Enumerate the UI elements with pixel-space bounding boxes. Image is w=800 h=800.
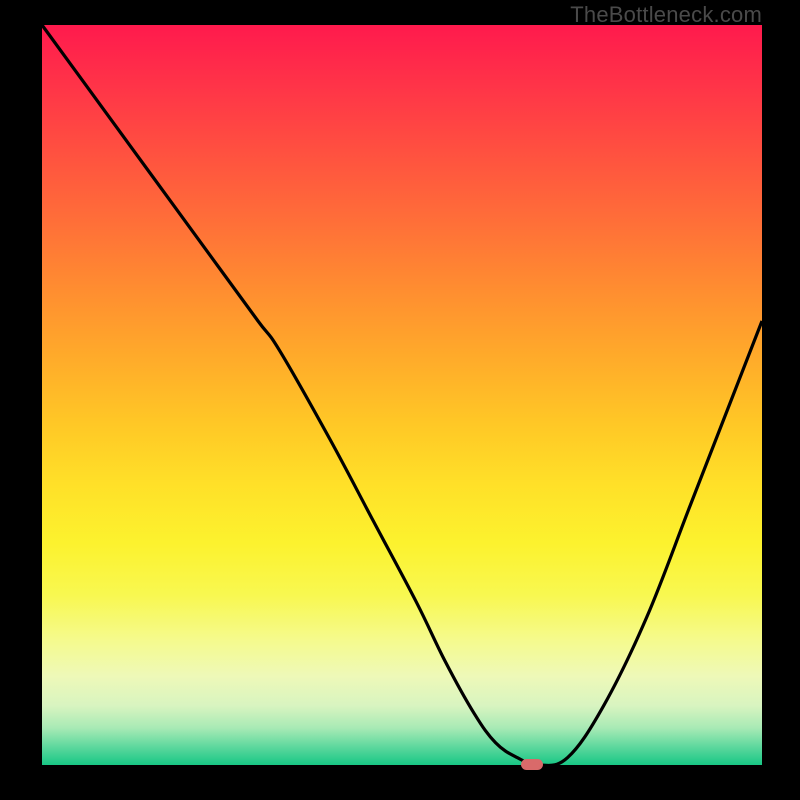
curve-path xyxy=(42,25,762,765)
optimal-marker xyxy=(521,759,543,770)
chart-frame: TheBottleneck.com xyxy=(0,0,800,800)
watermark-text: TheBottleneck.com xyxy=(570,2,762,28)
plot-area xyxy=(42,25,762,765)
bottleneck-curve xyxy=(42,25,762,765)
